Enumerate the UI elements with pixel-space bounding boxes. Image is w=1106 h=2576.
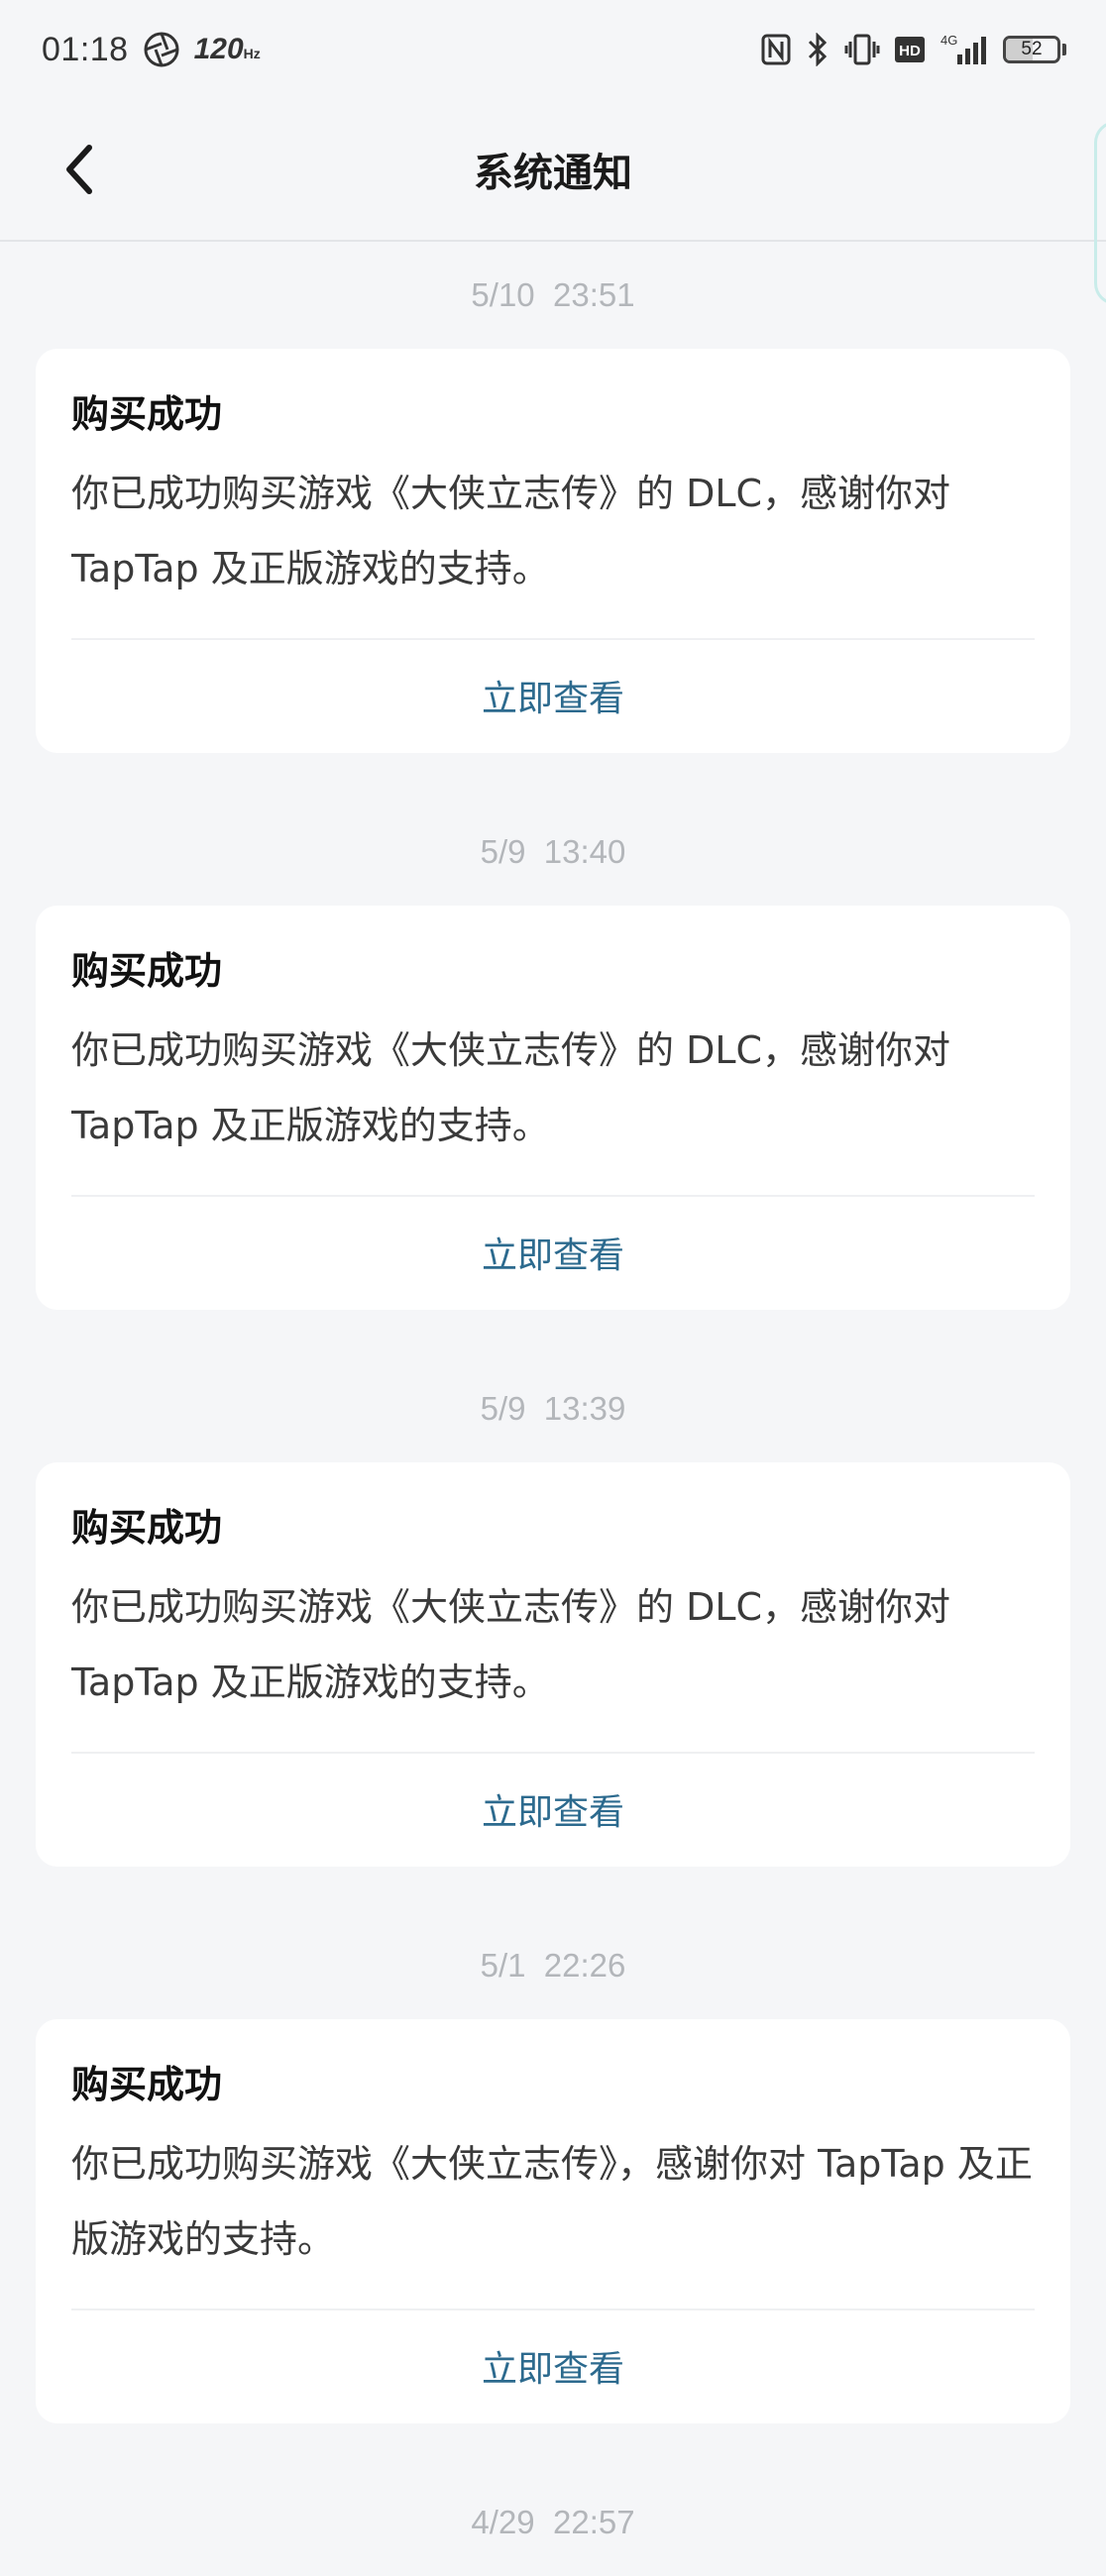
notice-list: 5/10 23:51 购买成功 你已成功购买游戏《大侠立志传》的 DLC，感谢你… [0,242,1106,2576]
notice-title: 购买成功 [71,2063,223,2106]
notice-timestamp: 5/10 23:51 [471,276,635,313]
notice-timestamp: 5/1 22:26 [480,1947,626,1984]
notice-group: 5/9 13:39 购买成功 你已成功购买游戏《大侠立志传》的 DLC，感谢你对… [0,1355,1106,1912]
status-right: HD 4G 52 [747,33,1066,66]
notice-body: 你已成功购买游戏《大侠立志传》的 DLC，感谢你对 TapTap 及正版游戏的支… [71,1585,951,1704]
view-now-button[interactable]: 立即查看 [36,640,1070,751]
view-now-button[interactable]: 立即查看 [36,1197,1070,1308]
notice-group: 5/1 22:26 购买成功 你已成功购买游戏《大侠立志传》，感谢你对 TapT… [0,1912,1106,2469]
notice-group: 5/10 23:51 购买成功 你已成功购买游戏《大侠立志传》的 DLC，感谢你… [0,242,1106,799]
signal-icon: 4G [940,33,991,66]
network-type: 4G [940,33,957,48]
status-bar: 01:18 120Hz HD 4G 52 [0,0,1106,99]
page-title: 系统通知 [474,151,632,196]
battery-tip [1062,44,1066,55]
chevron-left-icon [66,145,92,194]
notice-timestamp: 4/29 22:57 [471,2504,635,2540]
notice-group: 4/29 22:57 [0,2469,1106,2576]
refresh-rate-unit: Hz [243,46,261,61]
view-now-button[interactable]: 立即查看 [36,2310,1070,2421]
notice-title: 购买成功 [71,949,223,993]
refresh-rate-indicator: 120Hz [194,33,261,66]
notice-group: 5/9 13:40 购买成功 你已成功购买游戏《大侠立志传》的 DLC，感谢你对… [0,799,1106,1355]
notice-title: 购买成功 [71,1506,223,1550]
notice-body: 你已成功购买游戏《大侠立志传》的 DLC，感谢你对 TapTap 及正版游戏的支… [71,1028,951,1147]
notice-timestamp: 5/9 13:40 [480,833,626,870]
battery-level: 52 [1021,39,1043,59]
status-left: 01:18 120Hz [42,31,261,69]
notice-card[interactable]: 购买成功 你已成功购买游戏《大侠立志传》，感谢你对 TapTap 及正版游戏的支… [36,2019,1070,2423]
battery-icon: 52 [1003,36,1060,63]
bluetooth-icon [805,33,830,66]
refresh-rate-value: 120 [193,33,244,65]
notice-card[interactable]: 购买成功 你已成功购买游戏《大侠立志传》的 DLC，感谢你对 TapTap 及正… [36,349,1070,753]
notice-body: 你已成功购买游戏《大侠立志传》的 DLC，感谢你对 TapTap 及正版游戏的支… [71,472,951,590]
vibrate-icon [844,33,880,66]
notice-card[interactable]: 购买成功 你已成功购买游戏《大侠立志传》的 DLC，感谢你对 TapTap 及正… [36,1462,1070,1867]
notice-title: 购买成功 [71,392,223,436]
hd-label: HD [899,43,921,59]
status-time: 01:18 [42,30,129,68]
nfc-icon [761,34,791,65]
view-now-button[interactable]: 立即查看 [36,1754,1070,1865]
battery-indicator: 52 [1003,36,1066,63]
nav-bar: 系统通知 [0,99,1106,242]
notice-timestamp: 5/9 13:39 [480,1390,626,1427]
back-button[interactable] [50,135,109,204]
notice-card[interactable]: 购买成功 你已成功购买游戏《大侠立志传》的 DLC，感谢你对 TapTap 及正… [36,906,1070,1310]
notice-body: 你已成功购买游戏《大侠立志传》，感谢你对 TapTap 及正版游戏的支持。 [71,2142,1033,2261]
aperture-icon [143,31,180,68]
hd-icon: HD [894,36,926,63]
